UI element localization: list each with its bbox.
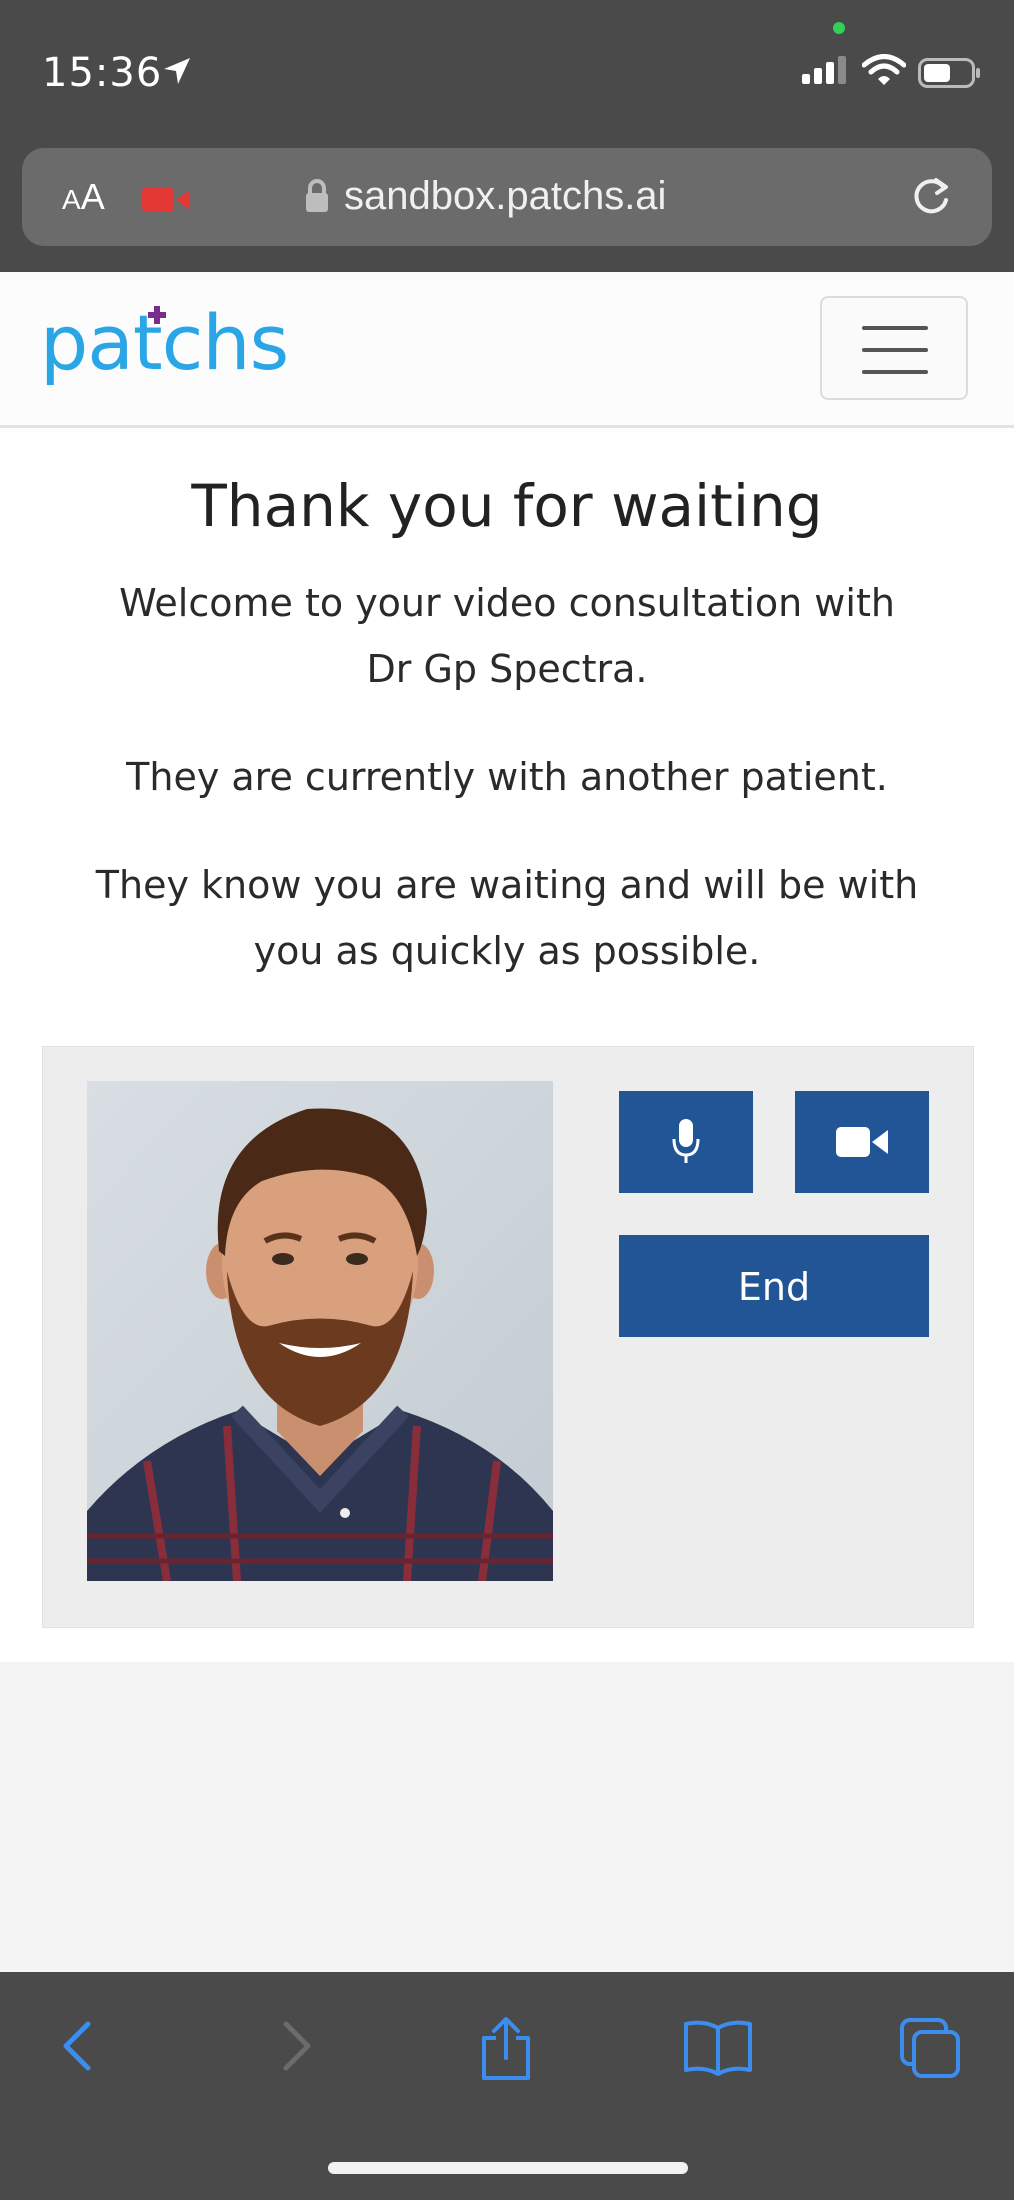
site-header: patchs: [0, 272, 1014, 428]
home-indicator: [328, 2162, 688, 2174]
person-portrait: [87, 1081, 553, 1581]
lock-icon: [306, 179, 328, 212]
self-video-preview: [87, 1081, 553, 1581]
main-content: Thank you for waiting Welcome to your vi…: [0, 428, 1014, 1662]
status-message: They are currently with another patient.: [126, 755, 888, 799]
reload-icon[interactable]: [908, 174, 954, 220]
page-blank-area: [0, 1662, 1014, 1972]
status-bar: 15:36: [0, 0, 1014, 140]
page-title: Thank you for waiting: [191, 472, 823, 540]
welcome-message: Welcome to your video consultation with …: [119, 581, 895, 691]
camera-in-use-indicator: [833, 22, 845, 34]
back-icon[interactable]: [58, 2016, 98, 2076]
recording-camera-icon: [142, 188, 190, 212]
video-camera-icon: [836, 1127, 888, 1157]
video-panel: End: [42, 1046, 974, 1628]
forward-icon[interactable]: [276, 2016, 316, 2076]
address-bar[interactable]: AA sandbox.patchs.ai: [22, 148, 992, 246]
end-call-button[interactable]: End: [619, 1235, 929, 1337]
url-text[interactable]: sandbox.patchs.ai: [344, 174, 666, 219]
microphone-icon: [672, 1119, 700, 1163]
browser-toolbar: [0, 1972, 1014, 2200]
mute-microphone-button[interactable]: [619, 1091, 753, 1193]
text-size-button[interactable]: AA: [62, 176, 105, 218]
toggle-camera-button[interactable]: [795, 1091, 929, 1193]
status-time: 15:36: [42, 50, 163, 96]
location-arrow-icon: [164, 58, 190, 84]
browser-chrome: AA sandbox.patchs.ai: [0, 140, 1014, 272]
tabs-icon[interactable]: [898, 2016, 964, 2082]
battery-icon: [918, 58, 980, 88]
logo-cross-icon: [148, 306, 166, 324]
hamburger-icon: [862, 326, 928, 330]
waiting-message: They know you are waiting and will be wi…: [95, 863, 919, 973]
share-icon[interactable]: [476, 2016, 536, 2082]
bookmarks-icon[interactable]: [682, 2016, 754, 2076]
menu-button[interactable]: [820, 296, 968, 400]
wifi-icon: [862, 54, 906, 85]
signal-icon: [802, 56, 846, 84]
